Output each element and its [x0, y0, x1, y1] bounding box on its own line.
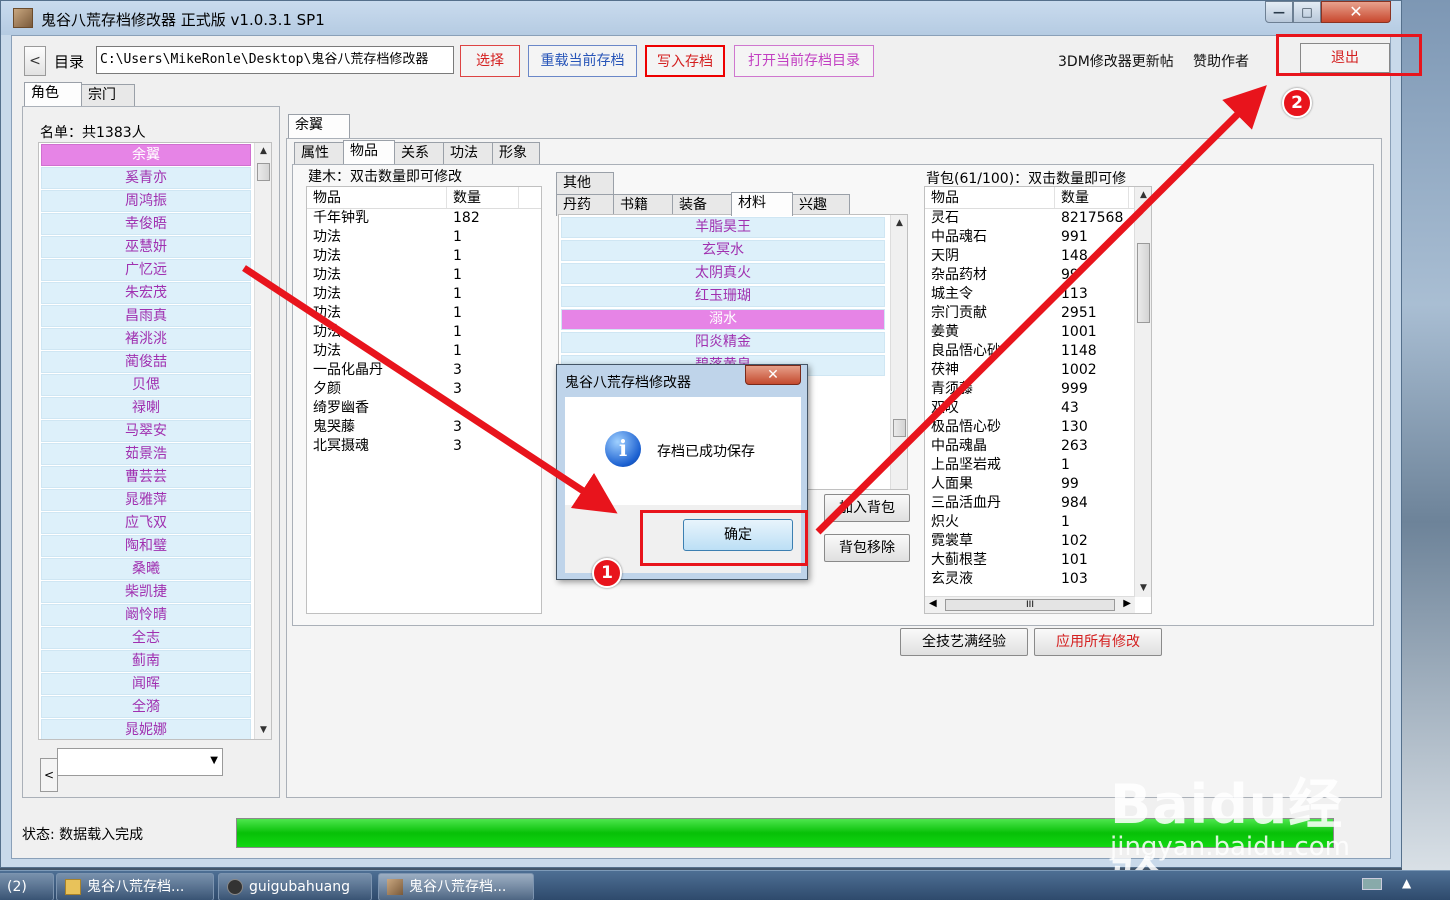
arrow-to-exit [815, 85, 1267, 535]
taskbar-item-label: guigubahuang [249, 879, 350, 895]
taskbar-item-folder[interactable]: 鬼谷八荒存档... [56, 873, 214, 900]
annotation-arrows [242, 85, 1267, 535]
keyboard-icon[interactable] [1362, 878, 1382, 890]
highlight-exit-button [1276, 34, 1422, 76]
app-icon [387, 879, 403, 895]
folder-icon [65, 879, 81, 895]
subtab-items[interactable]: 物品 [343, 140, 395, 164]
step-badge-1: 1 [592, 558, 622, 588]
category-tab-materials[interactable]: 材料 [731, 192, 793, 216]
tab-character-name[interactable]: 余翼 [288, 114, 350, 138]
highlight-ok-button [640, 510, 808, 566]
taskbar-item-label: 鬼谷八荒存档... [87, 879, 185, 895]
taskbar: (2) 鬼谷八荒存档... guigubahuang 鬼谷八荒存档... [0, 870, 1450, 900]
taskbar-item-group[interactable]: (2) [0, 873, 54, 900]
taskbar-item-label: 鬼谷八荒存档... [409, 879, 507, 895]
taskbar-item-editor[interactable]: 鬼谷八荒存档... [378, 873, 534, 900]
game-icon [227, 879, 243, 895]
tab-character[interactable]: 角色 [24, 82, 82, 106]
arrow-to-ok [242, 265, 618, 514]
tray-expand-icon[interactable]: ▲ [1402, 876, 1411, 890]
step-badge-2: 2 [1282, 88, 1312, 118]
taskbar-item-game[interactable]: guigubahuang [218, 873, 372, 900]
